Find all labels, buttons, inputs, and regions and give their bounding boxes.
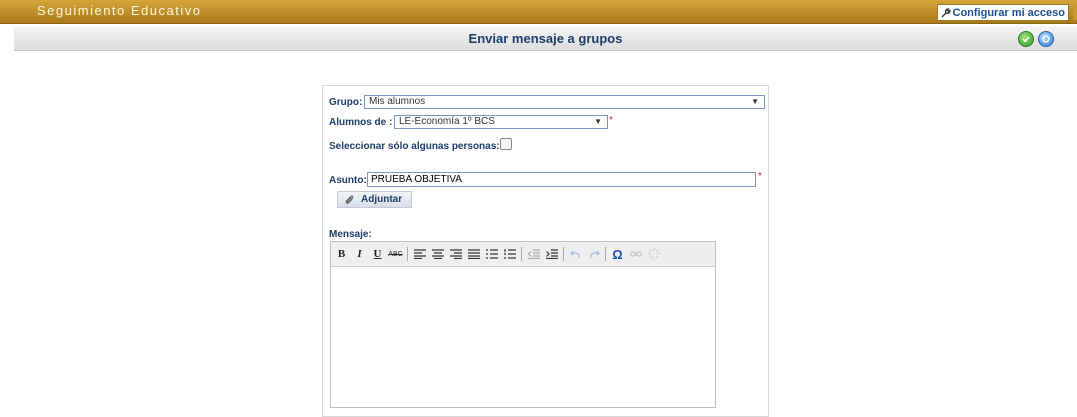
app-header-bar: Seguimiento Educativo Configurar mi acce… bbox=[0, 0, 1077, 24]
bullet-list-icon[interactable] bbox=[484, 246, 499, 262]
toolbar-separator bbox=[407, 247, 408, 261]
paperclip-icon bbox=[345, 195, 354, 204]
alumnos-label: Alumnos de : bbox=[329, 117, 393, 128]
strikethrough-button[interactable]: ABC bbox=[388, 246, 403, 262]
message-editor: B I U ABC Ω bbox=[330, 241, 716, 408]
mensaje-label: Mensaje: bbox=[329, 229, 372, 240]
page-title-bar: Enviar mensaje a grupos bbox=[14, 26, 1077, 51]
alumnos-select-value: LE-Economía 1º BCS bbox=[399, 116, 495, 127]
confirm-button[interactable] bbox=[1018, 31, 1034, 47]
configure-access-button[interactable]: Configurar mi acceso bbox=[936, 4, 1069, 21]
special-character-button[interactable]: Ω bbox=[610, 246, 625, 262]
grupo-label: Grupo: bbox=[329, 97, 363, 108]
next-button[interactable] bbox=[1038, 31, 1054, 47]
message-textarea[interactable] bbox=[331, 267, 715, 407]
numbered-list-icon[interactable] bbox=[502, 246, 517, 262]
editor-toolbar: B I U ABC Ω bbox=[331, 242, 715, 267]
asunto-label: Asunto: bbox=[329, 175, 367, 186]
dropdown-arrow-icon: ▼ bbox=[594, 117, 602, 126]
attach-button[interactable]: Adjuntar bbox=[337, 191, 412, 208]
undo-icon[interactable] bbox=[568, 246, 583, 262]
bold-button[interactable]: B bbox=[334, 246, 349, 262]
underline-button[interactable]: U bbox=[370, 246, 385, 262]
alumnos-select[interactable]: LE-Economía 1º BCS ▼ bbox=[394, 115, 608, 129]
align-justify-icon[interactable] bbox=[466, 246, 481, 262]
italic-button[interactable]: I bbox=[352, 246, 367, 262]
grupo-select-value: Mis alumnos bbox=[369, 96, 426, 107]
asunto-input-value: PRUEBA OBJETIVA bbox=[371, 174, 462, 185]
required-mark: * bbox=[609, 115, 613, 126]
wrench-icon bbox=[941, 7, 951, 17]
align-left-icon[interactable] bbox=[412, 246, 427, 262]
link-icon[interactable] bbox=[628, 246, 643, 262]
app-title: Seguimiento Educativo bbox=[37, 3, 202, 18]
toolbar-separator bbox=[563, 247, 564, 261]
align-right-icon[interactable] bbox=[448, 246, 463, 262]
checkmark-icon bbox=[1022, 36, 1030, 43]
header-edge-strip bbox=[1073, 4, 1077, 20]
select-some-label: Seleccionar sólo algunas personas: bbox=[329, 141, 500, 152]
configure-access-label: Configurar mi acceso bbox=[952, 6, 1065, 19]
select-some-checkbox[interactable] bbox=[500, 138, 512, 150]
toolbar-separator bbox=[605, 247, 606, 261]
circle-arrow-icon bbox=[1042, 35, 1050, 43]
grupo-select[interactable]: Mis alumnos ▼ bbox=[364, 95, 765, 109]
asunto-input[interactable]: PRUEBA OBJETIVA bbox=[367, 172, 756, 187]
toolbar-separator bbox=[521, 247, 522, 261]
redo-icon[interactable] bbox=[586, 246, 601, 262]
attach-button-label: Adjuntar bbox=[361, 194, 403, 205]
page-title: Enviar mensaje a grupos bbox=[468, 31, 623, 46]
required-mark: * bbox=[758, 171, 762, 182]
unlink-icon[interactable] bbox=[646, 246, 661, 262]
outdent-icon[interactable] bbox=[526, 246, 541, 262]
align-center-icon[interactable] bbox=[430, 246, 445, 262]
dropdown-arrow-icon: ▼ bbox=[751, 97, 759, 106]
indent-icon[interactable] bbox=[544, 246, 559, 262]
